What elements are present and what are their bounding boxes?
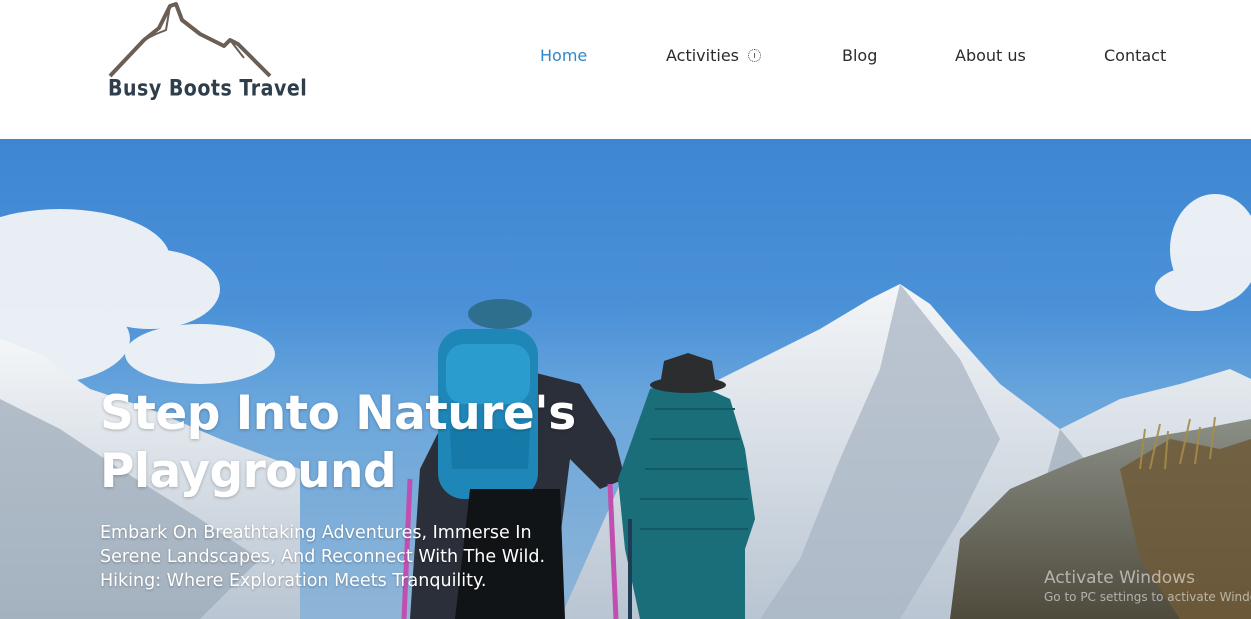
dropdown-indicator-icon xyxy=(748,49,761,62)
nav-blog[interactable]: Blog xyxy=(842,45,877,67)
logo-text: Busy Boots Travel xyxy=(108,76,308,102)
hero-title: Step Into Nature's Playground xyxy=(100,386,576,499)
watermark-title: Activate Windows xyxy=(1044,568,1195,588)
watermark-subtitle: Go to PC settings to activate Windows. xyxy=(1044,590,1251,604)
nav-about-us[interactable]: About us xyxy=(955,45,1026,67)
nav-contact[interactable]: Contact xyxy=(1104,45,1166,67)
nav-activities-label: Activities xyxy=(666,46,739,65)
nav-activities[interactable]: Activities xyxy=(666,45,761,67)
site-header: Busy Boots Travel Home Activities Blog A… xyxy=(0,0,1251,139)
activate-windows-watermark: Activate Windows Go to PC settings to ac… xyxy=(1044,567,1251,605)
main-nav: Home Activities Blog About us Contact xyxy=(0,45,1251,69)
hero-subtitle: Embark On Breathtaking Adventures, Immer… xyxy=(100,523,546,591)
nav-home[interactable]: Home xyxy=(540,45,587,67)
hero-section: Step Into Nature's Playground Embark On … xyxy=(0,139,1251,619)
